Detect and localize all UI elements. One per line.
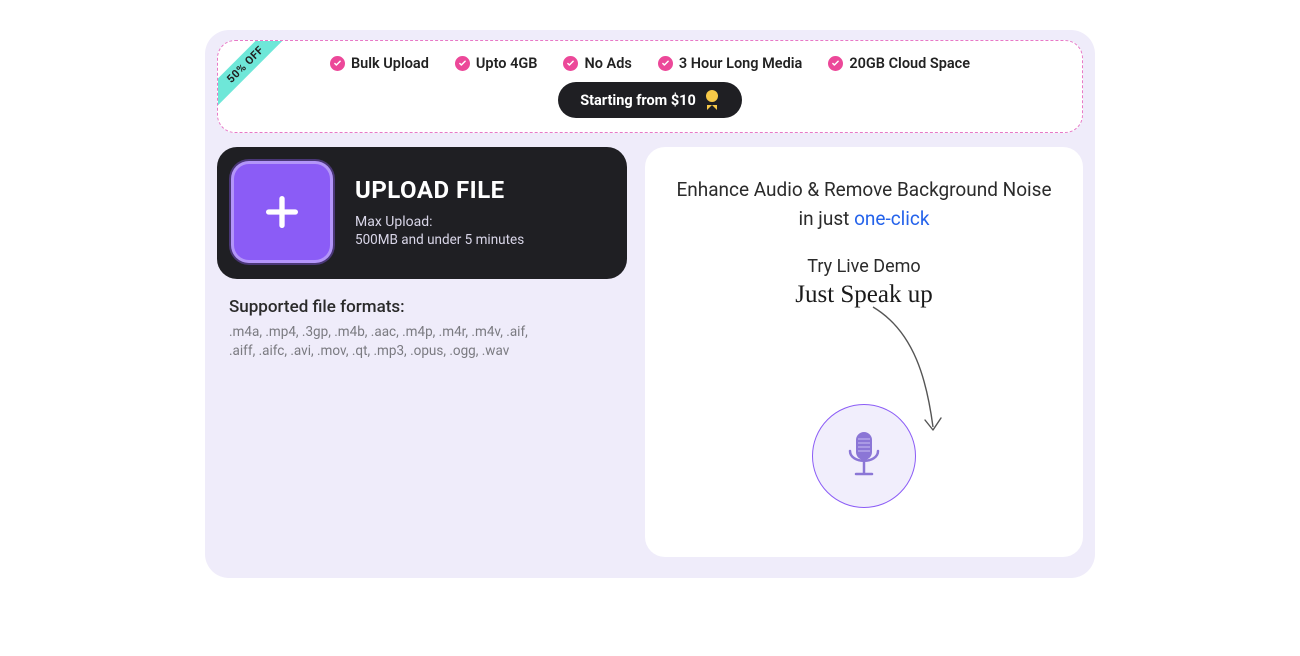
one-click-link[interactable]: one-click (854, 207, 929, 230)
promo-features-row: Bulk Upload Upto 4GB No Ads 3 Hour Long … (228, 55, 1072, 72)
ribbon-icon (704, 90, 720, 110)
check-icon (658, 56, 673, 71)
check-icon (330, 56, 345, 71)
check-icon (455, 56, 470, 71)
check-icon (828, 56, 843, 71)
promo-item-cloud: 20GB Cloud Space (828, 55, 970, 72)
upload-subtitle-2: 500MB and under 5 minutes (355, 232, 524, 248)
demo-panel: Enhance Audio & Remove Background Noise … (645, 147, 1083, 557)
price-label: Starting from $10 (580, 92, 696, 109)
demo-headline: Enhance Audio & Remove Background Noise … (673, 175, 1055, 234)
main-row: UPLOAD FILE Max Upload: 500MB and under … (217, 147, 1083, 557)
promo-label: 3 Hour Long Media (679, 55, 802, 72)
upload-title: UPLOAD FILE (355, 176, 524, 204)
formats-title: Supported file formats: (229, 297, 617, 317)
promo-item-noads: No Ads (563, 55, 631, 72)
promo-item-4gb: Upto 4GB (455, 55, 538, 72)
formats-list: .m4a, .mp4, .3gp, .m4b, .aac, .m4p, .m4r… (229, 323, 549, 361)
upload-card[interactable]: UPLOAD FILE Max Upload: 500MB and under … (217, 147, 627, 279)
upload-button[interactable] (231, 161, 333, 263)
promo-item-3hour: 3 Hour Long Media (658, 55, 802, 72)
try-demo-label: Try Live Demo (807, 256, 920, 277)
left-column: UPLOAD FILE Max Upload: 500MB and under … (217, 147, 627, 557)
promo-item-bulk: Bulk Upload (330, 55, 429, 72)
plus-icon (262, 192, 302, 232)
arrow-icon (855, 302, 955, 442)
price-pill[interactable]: Starting from $10 (558, 82, 742, 118)
page-container: 50% OFF Bulk Upload Upto 4GB No Ads 3 Ho… (205, 30, 1095, 578)
promo-label: Bulk Upload (351, 55, 429, 72)
promo-label: Upto 4GB (476, 55, 538, 72)
upload-text: UPLOAD FILE Max Upload: 500MB and under … (355, 176, 524, 248)
discount-banner: 50% OFF (217, 40, 297, 116)
formats-section: Supported file formats: .m4a, .mp4, .3gp… (217, 279, 627, 361)
promo-label: No Ads (584, 55, 631, 72)
upload-subtitle-1: Max Upload: (355, 214, 524, 230)
promo-label: 20GB Cloud Space (849, 55, 970, 72)
promo-bar: 50% OFF Bulk Upload Upto 4GB No Ads 3 Ho… (217, 40, 1083, 133)
check-icon (563, 56, 578, 71)
